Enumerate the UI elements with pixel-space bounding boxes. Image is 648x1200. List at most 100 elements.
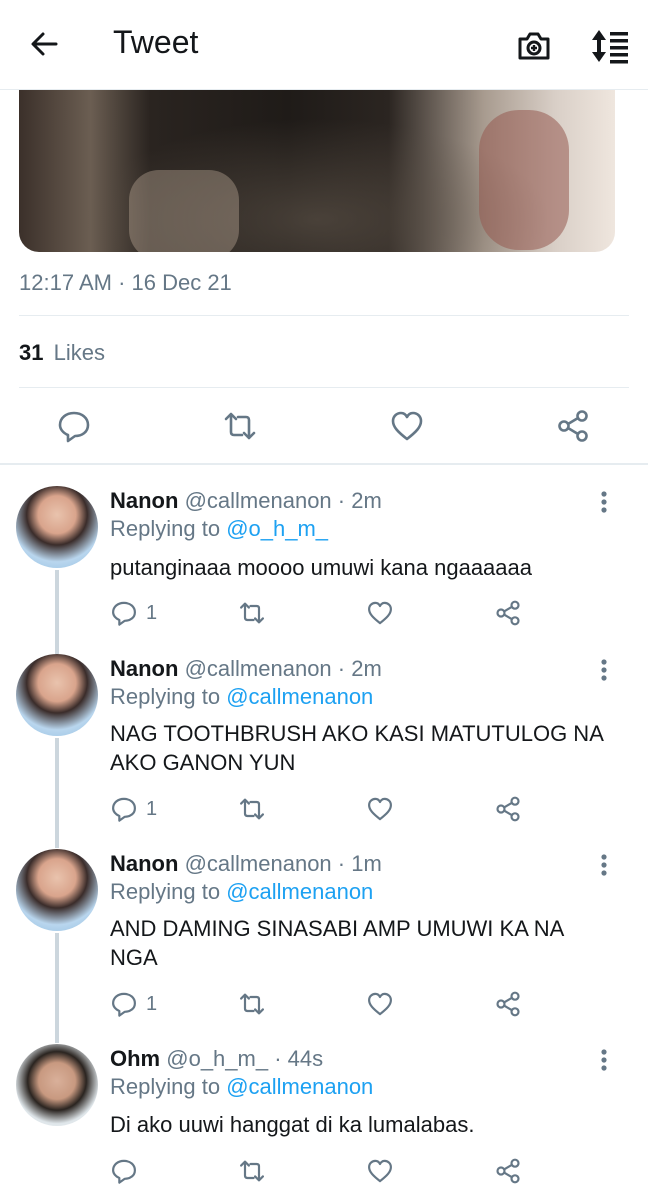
author-name[interactable]: Nanon [110,656,178,681]
replying-to: Replying to @callmenanon [110,879,373,905]
author-handle[interactable]: @callmenanon [185,851,332,876]
reply-icon [112,797,136,822]
reply-time: · 44s [274,1046,324,1071]
replying-to-label: Replying to [110,516,221,541]
share-button[interactable] [494,989,522,1019]
like-button[interactable] [366,794,394,824]
like-icon [368,797,392,821]
author-handle[interactable]: @o_h_m_ [166,1046,268,1071]
reply-header: Nanon @callmenanon · 2m [110,656,382,682]
reply-tweet[interactable]: Ohm @o_h_m_ · 44s Replying to @callmenan… [0,1044,648,1194]
avatar[interactable] [16,654,98,736]
like-icon [368,601,392,625]
reply-text: putanginaaa moooo umuwi kana ngaaaaaa [110,555,532,580]
reply-button[interactable]: 1 [110,794,157,824]
like-icon [368,1159,392,1183]
replying-to-label: Replying to [110,1074,221,1099]
more-icon [601,491,607,513]
like-button[interactable] [366,598,394,628]
share-icon [558,410,588,442]
more-icon [601,1049,607,1071]
reply-count: 1 [146,797,158,820]
divider [19,387,629,388]
share-button[interactable] [555,408,591,444]
more-options-button[interactable] [596,658,612,682]
avatar[interactable] [16,849,98,931]
retweet-button[interactable] [238,1156,266,1186]
reply-button[interactable] [56,408,92,444]
likes-count[interactable]: 31 Likes [19,340,105,366]
reply-header: Nanon @callmenanon · 2m [110,488,382,514]
reply-button[interactable]: 1 [110,598,157,628]
share-icon [496,600,520,626]
replying-to-mention[interactable]: @callmenanon [226,684,373,709]
share-icon [496,1158,520,1184]
reply-text: Di ako uuwi hanggat di ka lumalabas. [110,1112,475,1137]
author-name[interactable]: Ohm [110,1046,160,1071]
author-name[interactable]: Nanon [110,851,178,876]
reply-button[interactable] [110,1156,146,1186]
replying-to-label: Replying to [110,879,221,904]
reply-action-bar: 1 [110,989,530,1019]
replying-to: Replying to @callmenanon [110,1074,373,1100]
reply-time: · 2m [337,656,382,681]
more-options-button[interactable] [596,853,612,877]
reply-text: AND DAMING SINASABI AMP UMUWI KA NA NGA [110,916,564,970]
tweet-timestamp: 12:17 AM · 16 Dec 21 [19,270,232,295]
retweet-button[interactable] [222,408,258,444]
reply-header: Nanon @callmenanon · 1m [110,851,382,877]
reply-time: · 2m [337,488,382,513]
retweet-icon [240,602,264,624]
like-icon [368,992,392,1016]
reply-action-bar: 1 [110,794,530,824]
sort-button[interactable] [588,26,630,66]
author-handle[interactable]: @callmenanon [185,656,332,681]
share-button[interactable] [494,1156,522,1186]
more-icon [601,659,607,681]
retweet-icon [240,1160,264,1182]
camera-button[interactable] [514,26,554,66]
reply-icon [112,601,136,626]
reply-icon [112,1159,136,1184]
replying-to: Replying to @callmenanon [110,684,373,710]
reply-text: NAG TOOTHBRUSH AKO KASI MATUTULOG NA AKO… [110,721,603,775]
back-button[interactable] [26,26,62,62]
reply-icon [58,411,90,443]
retweet-button[interactable] [238,598,266,628]
reply-icon [112,992,136,1017]
reply-time: · 1m [337,851,382,876]
retweet-button[interactable] [238,794,266,824]
media-shading [479,110,569,250]
like-button[interactable] [366,1156,394,1186]
more-options-button[interactable] [596,1048,612,1072]
reply-tweet[interactable]: Nanon @callmenanon · 2m Replying to @cal… [0,654,648,834]
like-button[interactable] [389,408,425,444]
share-icon [496,796,520,822]
reply-tweet[interactable]: Nanon @callmenanon · 2m Replying to @o_h… [0,486,648,636]
tweet-action-bar [0,400,648,452]
top-app-bar: Tweet [0,0,648,90]
reply-button[interactable]: 1 [110,989,157,1019]
author-handle[interactable]: @callmenanon [185,488,332,513]
reply-tweet[interactable]: Nanon @callmenanon · 1m Replying to @cal… [0,849,648,1029]
replying-to-mention[interactable]: @o_h_m_ [226,516,328,541]
replying-to-mention[interactable]: @callmenanon [226,879,373,904]
likes-number: 31 [19,340,44,365]
more-options-button[interactable] [596,490,612,514]
divider [19,315,629,316]
share-button[interactable] [494,598,522,628]
more-icon [601,854,607,876]
divider [0,463,648,465]
back-arrow-icon [31,32,58,56]
share-button[interactable] [494,794,522,824]
tweet-media-image[interactable] [19,90,615,252]
avatar[interactable] [16,486,98,568]
like-button[interactable] [366,989,394,1019]
author-name[interactable]: Nanon [110,488,178,513]
retweet-button[interactable] [238,989,266,1019]
reply-count: 1 [146,992,158,1015]
like-icon [391,411,423,441]
avatar[interactable] [16,1044,98,1126]
reply-action-bar: 1 [110,598,530,628]
replying-to-mention[interactable]: @callmenanon [226,1074,373,1099]
